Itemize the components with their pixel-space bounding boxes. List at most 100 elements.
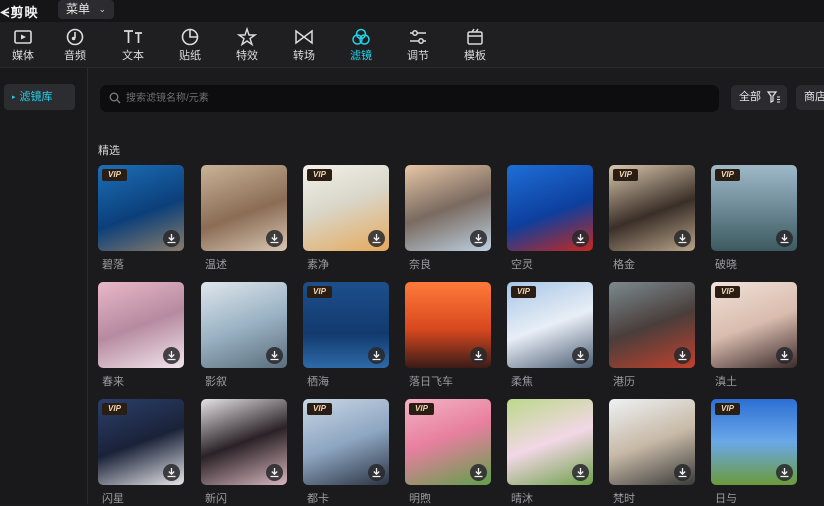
menu-button[interactable]: 菜单 ⌄ (58, 0, 114, 19)
download-icon[interactable] (368, 464, 385, 481)
app-logo: ᗕ剪映 (0, 2, 38, 21)
filter-dropdown-button[interactable]: 全部 (731, 85, 787, 110)
download-icon[interactable] (674, 464, 691, 481)
filter-card[interactable]: 空灵 (507, 165, 593, 272)
filter-thumbnail[interactable]: VIP (303, 282, 389, 368)
sticker-icon (167, 27, 213, 49)
download-icon[interactable] (470, 347, 487, 364)
filter-panel: 搜索滤镜名称/元素 全部 商店 精选 VIP 碧落 温述 VIP 素净 奈良 空灵 VIP 格金… (88, 68, 824, 506)
vip-badge: VIP (307, 169, 332, 181)
filter-card[interactable]: VIP 日与 (711, 399, 797, 506)
download-icon[interactable] (470, 230, 487, 247)
tab-sticker[interactable]: 贴纸 (167, 22, 213, 67)
tab-adjust[interactable]: 调节 (395, 22, 441, 67)
download-icon[interactable] (163, 230, 180, 247)
filter-thumbnail[interactable]: VIP (711, 282, 797, 368)
filter-card[interactable]: VIP 都卡 (303, 399, 389, 506)
download-icon[interactable] (266, 347, 283, 364)
tab-filter[interactable]: 滤镜 (338, 22, 384, 67)
tab-template[interactable]: 模板 (452, 22, 498, 67)
template-icon (452, 27, 498, 49)
download-icon[interactable] (368, 230, 385, 247)
filter-card[interactable]: 奈良 (405, 165, 491, 272)
tab-text-label: 文本 (122, 50, 144, 62)
filter-card[interactable]: 新闪 (201, 399, 287, 506)
download-icon[interactable] (266, 230, 283, 247)
filter-name: 温述 (205, 259, 227, 271)
filter-card[interactable]: 梵时 (609, 399, 695, 506)
filter-card[interactable]: 晴沐 (507, 399, 593, 506)
download-icon[interactable] (776, 464, 793, 481)
download-icon[interactable] (572, 464, 589, 481)
download-icon[interactable] (368, 347, 385, 364)
logo-text: 剪映 (10, 5, 39, 20)
filter-name: 空灵 (511, 259, 533, 271)
tab-text[interactable]: 文本 (110, 22, 156, 67)
download-icon[interactable] (674, 230, 691, 247)
filter-thumbnail[interactable]: VIP (98, 165, 184, 251)
filter-thumbnail[interactable]: VIP (711, 165, 797, 251)
tab-audio[interactable]: 音频 (52, 22, 98, 67)
filter-thumbnail[interactable] (507, 165, 593, 251)
filter-thumbnail[interactable] (201, 399, 287, 485)
vip-badge: VIP (613, 169, 638, 181)
tab-transition[interactable]: 转场 (281, 22, 327, 67)
download-icon[interactable] (572, 230, 589, 247)
filter-thumbnail[interactable]: VIP (711, 399, 797, 485)
download-icon[interactable] (776, 230, 793, 247)
filter-thumbnail[interactable] (609, 282, 695, 368)
tab-filter-label: 滤镜 (350, 50, 372, 62)
shop-button[interactable]: 商店 (796, 85, 824, 110)
filter-card[interactable]: 影叙 (201, 282, 287, 389)
filter-thumbnail[interactable] (98, 282, 184, 368)
filter-name: 港历 (613, 376, 635, 388)
filter-card[interactable]: VIP 柔焦 (507, 282, 593, 389)
filter-thumbnail[interactable] (405, 165, 491, 251)
download-icon[interactable] (163, 347, 180, 364)
tab-media[interactable]: 媒体 (0, 22, 46, 67)
filter-card[interactable]: VIP 格金 (609, 165, 695, 272)
filter-card[interactable]: VIP 素净 (303, 165, 389, 272)
filter-card[interactable]: VIP 破晓 (711, 165, 797, 272)
download-icon[interactable] (674, 347, 691, 364)
filter-card[interactable]: 落日飞车 (405, 282, 491, 389)
download-icon[interactable] (470, 464, 487, 481)
main-toolbar: 媒体 音频 文本 贴纸 特效 转场 滤镜 调节 模板 (0, 22, 824, 68)
filter-thumbnail[interactable]: VIP (98, 399, 184, 485)
download-icon[interactable] (572, 347, 589, 364)
filter-thumbnail[interactable]: VIP (507, 282, 593, 368)
filter-card[interactable]: VIP 闪星 (98, 399, 184, 506)
filter-card[interactable]: VIP 滇土 (711, 282, 797, 389)
filter-thumbnail[interactable]: VIP (303, 399, 389, 485)
vip-badge: VIP (102, 403, 127, 415)
filter-icon (338, 27, 384, 49)
filter-card[interactable]: VIP 栖海 (303, 282, 389, 389)
section-title: 精选 (98, 145, 120, 157)
filter-card[interactable]: VIP 碧落 (98, 165, 184, 272)
filter-thumbnail[interactable] (609, 399, 695, 485)
filter-thumbnail[interactable] (201, 282, 287, 368)
download-icon[interactable] (163, 464, 180, 481)
filter-thumbnail[interactable] (405, 282, 491, 368)
filter-thumbnail[interactable]: VIP (405, 399, 491, 485)
filter-thumbnail[interactable]: VIP (609, 165, 695, 251)
title-bar: ᗕ剪映 菜单 ⌄ (0, 0, 824, 22)
filter-card[interactable]: 港历 (609, 282, 695, 389)
filter-thumbnail[interactable]: VIP (303, 165, 389, 251)
filter-name: 落日飞车 (409, 376, 453, 388)
download-icon[interactable] (266, 464, 283, 481)
tab-audio-label: 音频 (64, 50, 86, 62)
effects-icon (224, 26, 270, 49)
tab-effects[interactable]: 特效 (224, 22, 270, 67)
search-input[interactable]: 搜索滤镜名称/元素 (100, 85, 719, 112)
filter-card[interactable]: VIP 明煦 (405, 399, 491, 506)
filter-name: 柔焦 (511, 376, 533, 388)
funnel-icon (767, 91, 780, 103)
sidebar-item-filter-library[interactable]: ▸ 滤镜库 (4, 84, 75, 110)
media-icon (0, 27, 46, 49)
download-icon[interactable] (776, 347, 793, 364)
filter-thumbnail[interactable] (201, 165, 287, 251)
filter-card[interactable]: 春来 (98, 282, 184, 389)
filter-card[interactable]: 温述 (201, 165, 287, 272)
filter-thumbnail[interactable] (507, 399, 593, 485)
